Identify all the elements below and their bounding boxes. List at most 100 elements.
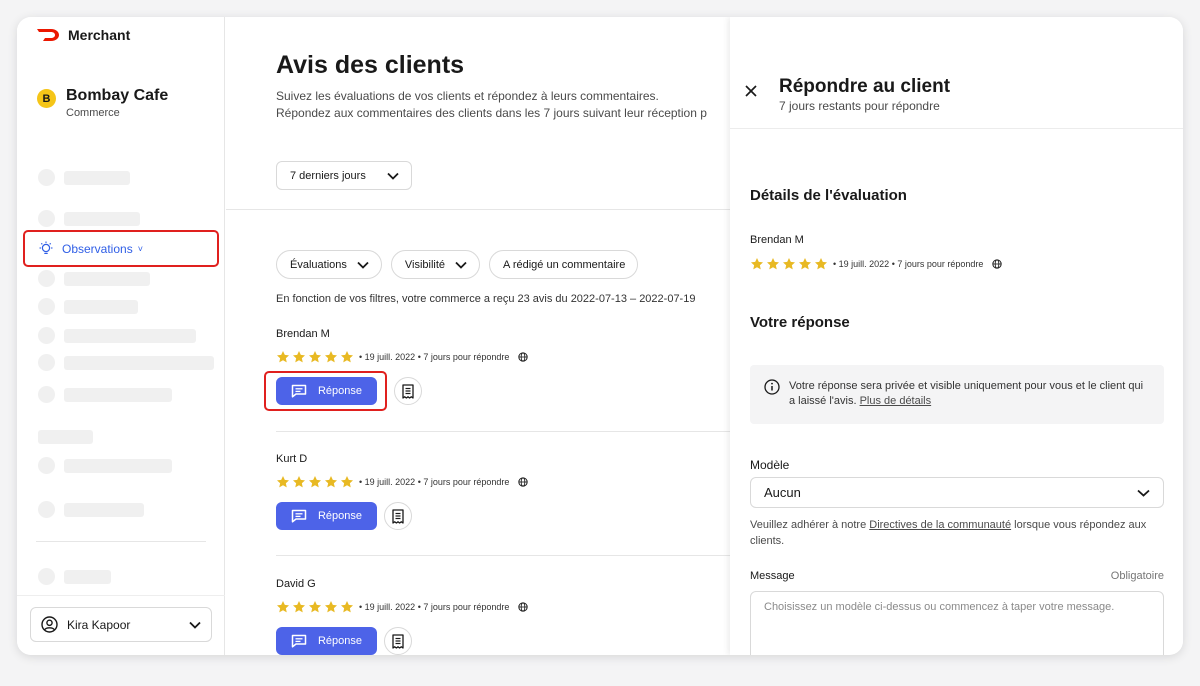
reply-button[interactable]: Réponse bbox=[276, 627, 377, 655]
chevron-down-icon bbox=[357, 261, 369, 269]
nav-placeholder-icon bbox=[38, 501, 55, 518]
user-menu[interactable]: Kira Kapoor bbox=[30, 607, 212, 642]
nav-placeholder-icon bbox=[38, 169, 55, 186]
community-guidelines-hint: Veuillez adhérer à notre Directives de l… bbox=[750, 517, 1170, 549]
privacy-notice: Votre réponse sera privée et visible uni… bbox=[750, 365, 1164, 424]
order-details-button[interactable] bbox=[384, 502, 412, 530]
template-select[interactable]: Aucun bbox=[750, 477, 1164, 508]
nav-placeholder-icon bbox=[38, 457, 55, 474]
star-icon bbox=[308, 476, 322, 488]
page-description-line: Répondez aux commentaires des clients da… bbox=[276, 106, 707, 120]
main-content: Avis des clients Suivez les évaluations … bbox=[226, 17, 736, 655]
divider bbox=[276, 431, 736, 432]
message-icon bbox=[291, 634, 307, 648]
user-circle-icon bbox=[41, 616, 58, 633]
star-icon bbox=[750, 258, 764, 270]
filter-label: Visibilité bbox=[404, 258, 446, 271]
your-response-heading: Votre réponse bbox=[750, 314, 850, 331]
review-item: Kurt D • 19 juill. 2022 • 7 jours pour r… bbox=[276, 453, 736, 530]
order-details-button[interactable] bbox=[394, 377, 422, 405]
review-actions: Réponse bbox=[264, 371, 736, 411]
filter-ratings[interactable]: Évaluations bbox=[276, 250, 382, 279]
store-avatar: B bbox=[37, 89, 56, 108]
review-item: David G • 19 juill. 2022 • 7 jours pour … bbox=[276, 578, 736, 655]
review-date-meta: • 19 juill. 2022 • 7 jours pour répondre bbox=[359, 602, 510, 612]
nav-placeholder-label bbox=[64, 388, 172, 402]
close-icon[interactable] bbox=[743, 83, 759, 99]
sidebar-item-label: Observations bbox=[62, 241, 133, 256]
reviewer-name: Kurt D bbox=[276, 453, 308, 465]
filter-label: A rédigé un commentaire bbox=[503, 258, 626, 271]
message-icon bbox=[291, 384, 307, 398]
reply-button-label: Réponse bbox=[317, 635, 363, 647]
panel-reviewer-name: Brendan M bbox=[750, 234, 804, 246]
nav-section-placeholder bbox=[38, 430, 93, 444]
doordash-logo-icon bbox=[37, 29, 59, 41]
globe-icon bbox=[992, 259, 1003, 269]
chevron-down-icon bbox=[1137, 489, 1150, 497]
filter-summary: En fonction de vos filtres, votre commer… bbox=[276, 293, 696, 305]
star-icon bbox=[798, 258, 812, 270]
date-range-select[interactable]: 7 derniers jours bbox=[276, 161, 412, 190]
star-icon bbox=[292, 476, 306, 488]
review-date-meta: • 19 juill. 2022 • 7 jours pour répondre bbox=[833, 259, 984, 269]
divider bbox=[226, 209, 736, 210]
panel-subtitle: 7 jours restants pour répondre bbox=[779, 99, 940, 113]
nav-placeholder-icon bbox=[38, 327, 55, 344]
nav-placeholder-label bbox=[64, 272, 150, 286]
community-guidelines-link[interactable]: Directives de la communauté bbox=[869, 519, 1011, 531]
lightbulb-icon bbox=[39, 241, 53, 254]
reply-button[interactable]: Réponse bbox=[276, 502, 377, 530]
sidebar-item-observations[interactable]: Observations ˅ bbox=[23, 230, 219, 267]
reply-button-label: Réponse bbox=[317, 510, 363, 522]
reply-button[interactable]: Réponse bbox=[276, 377, 377, 405]
message-label: Message bbox=[750, 570, 795, 582]
review-meta: • 19 juill. 2022 • 7 jours pour répondre bbox=[276, 475, 736, 489]
review-actions: Réponse bbox=[276, 627, 736, 655]
panel-review-meta: • 19 juill. 2022 • 7 jours pour répondre bbox=[750, 257, 1003, 271]
star-rating bbox=[276, 350, 354, 364]
message-icon bbox=[291, 509, 307, 523]
divider bbox=[36, 541, 206, 542]
star-icon bbox=[766, 258, 780, 270]
chevron-down-icon bbox=[189, 621, 201, 629]
brand[interactable]: Merchant bbox=[36, 27, 130, 43]
star-icon bbox=[324, 601, 338, 613]
chevron-down-icon bbox=[387, 172, 399, 180]
star-icon bbox=[276, 601, 290, 613]
filter-visibility[interactable]: Visibilité bbox=[390, 250, 481, 279]
nav-placeholder-label bbox=[64, 356, 214, 370]
sidebar: Merchant B Bombay Cafe Commerce Observat… bbox=[17, 17, 225, 655]
globe-icon bbox=[518, 477, 529, 487]
store-selector[interactable]: B Bombay Cafe Commerce bbox=[37, 87, 168, 119]
review-meta: • 19 juill. 2022 • 7 jours pour répondre bbox=[276, 350, 736, 364]
review-item: Brendan M • 19 juill. 2022 • 7 jours pou… bbox=[264, 328, 736, 411]
reply-button-label: Réponse bbox=[317, 385, 363, 397]
info-icon bbox=[764, 379, 780, 395]
store-name: Bombay Cafe bbox=[66, 87, 169, 104]
more-details-link[interactable]: Plus de détails bbox=[860, 395, 932, 407]
nav-placeholder-label bbox=[64, 171, 130, 185]
star-icon bbox=[292, 601, 306, 613]
message-textarea[interactable]: Choisissez un modèle ci-dessus ou commen… bbox=[750, 591, 1164, 655]
star-icon bbox=[340, 351, 354, 363]
page-description: Suivez les évaluations de vos clients et… bbox=[276, 88, 707, 122]
nav-placeholder-icon bbox=[38, 298, 55, 315]
nav-placeholder-label bbox=[64, 300, 138, 314]
highlight-box: Réponse bbox=[264, 371, 387, 411]
panel-title: Répondre au client bbox=[779, 76, 951, 97]
review-meta: • 19 juill. 2022 • 7 jours pour répondre bbox=[276, 600, 736, 614]
filter-commented[interactable]: A rédigé un commentaire bbox=[489, 250, 639, 279]
hint-prefix: Veuillez adhérer à notre bbox=[750, 519, 867, 531]
privacy-notice-body: Votre réponse sera privée et visible uni… bbox=[789, 380, 1144, 407]
nav-placeholder-label bbox=[64, 459, 172, 473]
star-icon bbox=[276, 476, 290, 488]
review-actions: Réponse bbox=[276, 502, 736, 530]
page-description-line: Suivez les évaluations de vos clients et… bbox=[276, 89, 659, 103]
divider bbox=[276, 555, 736, 556]
nav-placeholder-icon bbox=[38, 568, 55, 585]
template-label: Modèle bbox=[750, 458, 790, 472]
order-details-button[interactable] bbox=[384, 627, 412, 655]
store-type: Commerce bbox=[66, 107, 120, 119]
star-icon bbox=[782, 258, 796, 270]
